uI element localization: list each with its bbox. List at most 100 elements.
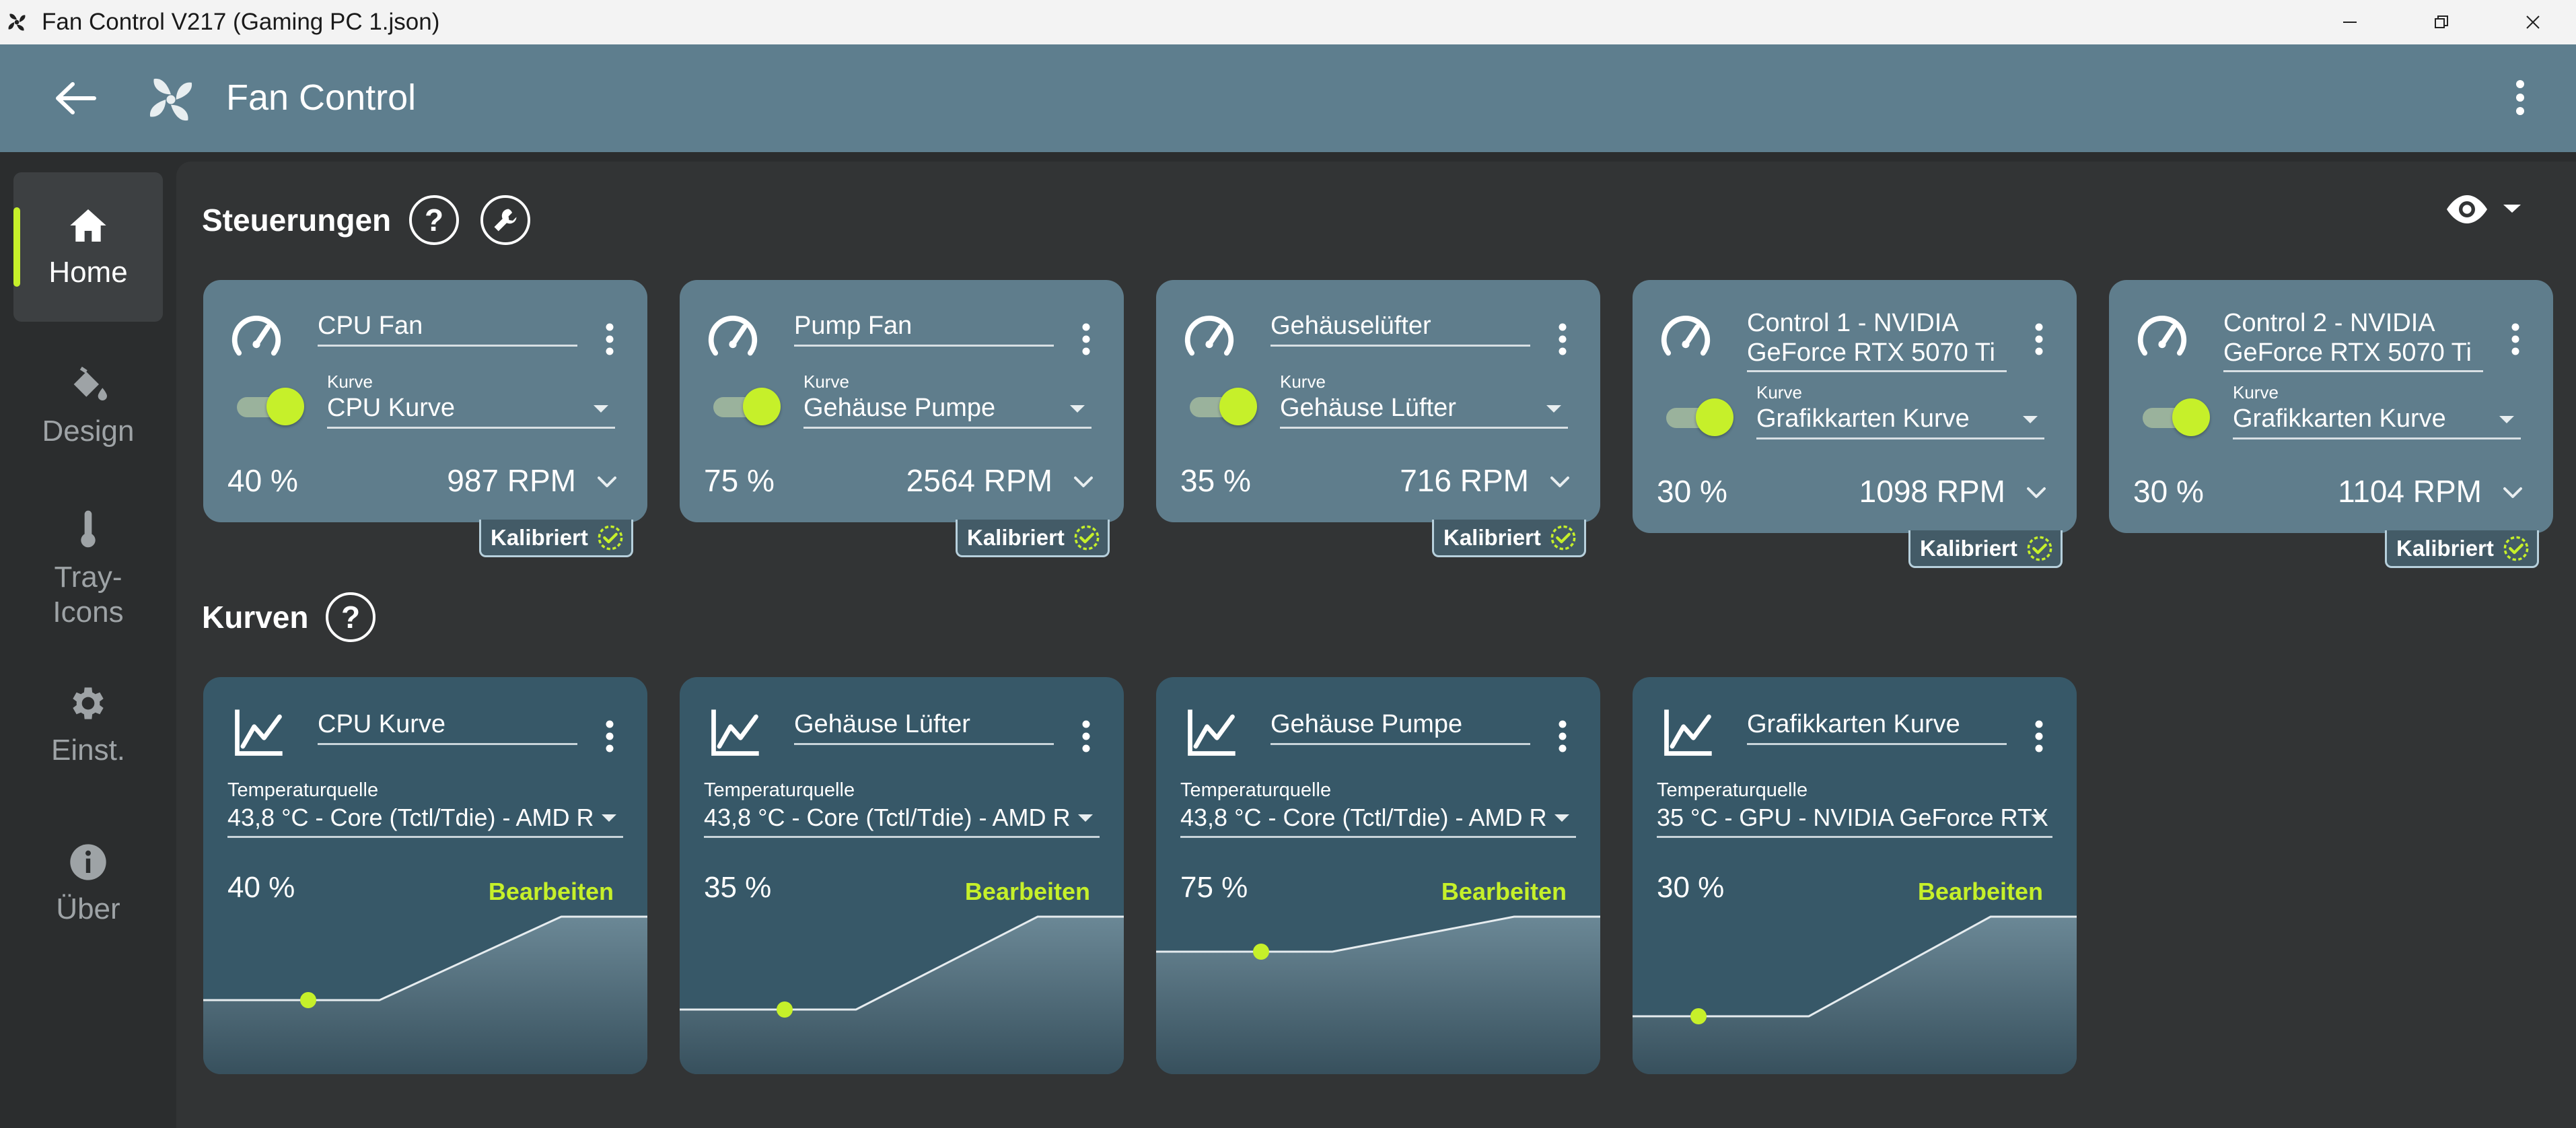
- curve-card[interactable]: Grafikkarten Kurve Temperaturquelle 35 °…: [1633, 677, 2077, 1074]
- fan-logo-icon: [149, 78, 192, 121]
- control-menu-button[interactable]: [1549, 312, 1576, 366]
- curve-percent: 75 %: [1180, 871, 1248, 904]
- control-percent: 30 %: [1657, 474, 1727, 509]
- chevron-down-icon[interactable]: [594, 468, 620, 495]
- control-card[interactable]: Pump Fan Kurve Gehäuse Pumpe 75 % 2564 R…: [680, 280, 1124, 522]
- app-menu-button[interactable]: [2497, 74, 2544, 121]
- controls-tools-button[interactable]: [480, 195, 530, 245]
- control-card[interactable]: Control 2 - NVIDIA GeForce RTX 5070 Ti Ku…: [2109, 280, 2553, 533]
- control-menu-button[interactable]: [1073, 312, 1100, 366]
- control-enable-toggle[interactable]: [2143, 397, 2210, 436]
- dropdown-arrow-icon: [602, 814, 616, 822]
- temperature-source-select[interactable]: 43,8 °C - Core (Tctl/Tdie) - AMD R: [1180, 802, 1576, 838]
- control-name-field[interactable]: Control 2 - NVIDIA GeForce RTX 5070 Ti: [2223, 308, 2483, 372]
- edit-curve-button[interactable]: Bearbeiten: [965, 876, 1090, 907]
- control-enable-toggle[interactable]: [1190, 386, 1257, 425]
- speedometer-icon: [231, 316, 281, 356]
- curve-select-value: Grafikkarten Kurve: [2233, 404, 2446, 433]
- temperature-source-select[interactable]: 35 °C - GPU - NVIDIA GeForce RTX: [1657, 802, 2052, 838]
- control-name-line: GeForce RTX 5070 Ti: [2223, 339, 2472, 367]
- check-circle-icon: [2027, 536, 2052, 561]
- control-menu-button[interactable]: [2026, 312, 2052, 366]
- control-card[interactable]: Gehäuselüfter Kurve Gehäuse Lüfter 35 % …: [1156, 280, 1600, 522]
- control-name-field[interactable]: CPU Fan: [318, 310, 577, 347]
- dropdown-arrow-icon: [1078, 814, 1093, 822]
- curve-select[interactable]: CPU Kurve: [327, 392, 615, 429]
- curve-menu-button[interactable]: [2026, 709, 2052, 763]
- sidebar-item-home[interactable]: Home: [13, 172, 163, 322]
- toggle-knob: [743, 388, 781, 425]
- curve-name-field[interactable]: Gehäuse Lüfter: [794, 708, 1054, 745]
- dropdown-arrow-icon: [1554, 814, 1569, 822]
- gear-icon: [73, 687, 104, 719]
- curve-select[interactable]: Gehäuse Lüfter: [1280, 392, 1568, 429]
- wrench-icon: [494, 209, 517, 232]
- control-name-field[interactable]: Gehäuselüfter: [1271, 310, 1530, 347]
- close-button[interactable]: [2487, 0, 2576, 44]
- control-name-line: Control 2 - NVIDIA: [2223, 309, 2435, 337]
- curve-select-value: Gehäuse Pumpe: [803, 394, 996, 422]
- sidebar-item-tray-icons[interactable]: Tray- Icons: [13, 489, 163, 650]
- curve-select-value: Gehäuse Lüfter: [1280, 394, 1456, 422]
- curve-select-value: CPU Kurve: [327, 394, 456, 422]
- temperature-source-value: 43,8 °C - Core (Tctl/Tdie) - AMD R: [227, 804, 594, 831]
- edit-curve-button[interactable]: Bearbeiten: [1441, 876, 1567, 907]
- line-chart-icon: [1664, 709, 1712, 756]
- curve-menu-button[interactable]: [1549, 709, 1576, 763]
- restore-button[interactable]: [2396, 0, 2487, 44]
- question-icon: ?: [341, 600, 361, 635]
- close-icon: [2526, 15, 2540, 29]
- sidebar-item-settings[interactable]: Einst.: [13, 650, 163, 800]
- control-enable-toggle[interactable]: [237, 386, 304, 425]
- curve-name-field[interactable]: Grafikkarten Kurve: [1747, 708, 2007, 745]
- curve-card[interactable]: CPU Kurve Temperaturquelle 43,8 °C - Cor…: [203, 677, 647, 1074]
- curve-select[interactable]: Gehäuse Pumpe: [803, 392, 1092, 429]
- minimize-button[interactable]: [2304, 0, 2396, 44]
- chevron-down-icon[interactable]: [1546, 468, 1573, 495]
- temperature-source-select[interactable]: 43,8 °C - Core (Tctl/Tdie) - AMD R: [704, 802, 1100, 838]
- curve-name-field[interactable]: Gehäuse Pumpe: [1271, 708, 1530, 745]
- badge-label: Kalibriert: [1443, 524, 1541, 550]
- curve-menu-button[interactable]: [596, 709, 623, 763]
- curve-select-label: Kurve: [1756, 382, 1802, 402]
- control-menu-button[interactable]: [2502, 312, 2529, 366]
- toggle-knob: [2172, 398, 2210, 436]
- control-card[interactable]: Control 1 - NVIDIA GeForce RTX 5070 Ti Ku…: [1633, 280, 2077, 533]
- sidebar-item-about[interactable]: Über: [13, 809, 163, 958]
- curve-select[interactable]: Grafikkarten Kurve: [2233, 402, 2521, 439]
- speedometer-icon: [1661, 316, 1711, 356]
- edit-curve-button[interactable]: Bearbeiten: [1918, 876, 2043, 907]
- chevron-down-icon[interactable]: [2499, 479, 2526, 506]
- calibrated-badge: Kalibriert: [1432, 520, 1586, 557]
- edit-curve-button[interactable]: Bearbeiten: [489, 876, 614, 907]
- control-menu-button[interactable]: [596, 312, 623, 366]
- control-card[interactable]: CPU Fan Kurve CPU Kurve 40 % 987 RPM: [203, 280, 647, 522]
- main-content: Steuerungen ? CPU Fan Kurve CPU Kurve 40…: [176, 162, 2576, 1128]
- curve-card[interactable]: Gehäuse Lüfter Temperaturquelle 43,8 °C …: [680, 677, 1124, 1074]
- chevron-down-icon[interactable]: [1070, 468, 1097, 495]
- controls-help-button[interactable]: ?: [409, 195, 459, 245]
- temperature-source-select[interactable]: 43,8 °C - Core (Tctl/Tdie) - AMD R: [227, 802, 623, 838]
- control-name-field[interactable]: Pump Fan: [794, 310, 1054, 347]
- curve-current-point: [300, 992, 316, 1008]
- curve-name-field[interactable]: CPU Kurve: [318, 708, 577, 745]
- app-title: Fan Control: [226, 77, 417, 118]
- curves-help-button[interactable]: ?: [326, 592, 375, 642]
- curve-select[interactable]: Grafikkarten Kurve: [1756, 402, 2044, 439]
- curve-menu-button[interactable]: [1073, 709, 1100, 763]
- home-icon: [70, 209, 106, 242]
- visibility-menu-button[interactable]: [2443, 182, 2530, 236]
- control-name-field[interactable]: Control 1 - NVIDIA GeForce RTX 5070 Ti: [1747, 308, 2007, 372]
- toggle-knob: [266, 388, 304, 425]
- sidebar-item-design[interactable]: Design: [13, 331, 163, 481]
- back-button[interactable]: [48, 78, 102, 118]
- curve-card[interactable]: Gehäuse Pumpe Temperaturquelle 43,8 °C -…: [1156, 677, 1600, 1074]
- temperature-source-value: 35 °C - GPU - NVIDIA GeForce RTX: [1657, 804, 2048, 831]
- curve-current-point: [777, 1001, 793, 1018]
- control-enable-toggle[interactable]: [713, 386, 781, 425]
- sidebar: Home Design Tray- Icons Einst. Über: [0, 152, 176, 1128]
- calibrated-badge: Kalibriert: [1908, 530, 2063, 568]
- chevron-down-icon[interactable]: [2023, 479, 2050, 506]
- control-enable-toggle[interactable]: [1666, 397, 1733, 436]
- control-rpm: 987 RPM: [447, 463, 576, 498]
